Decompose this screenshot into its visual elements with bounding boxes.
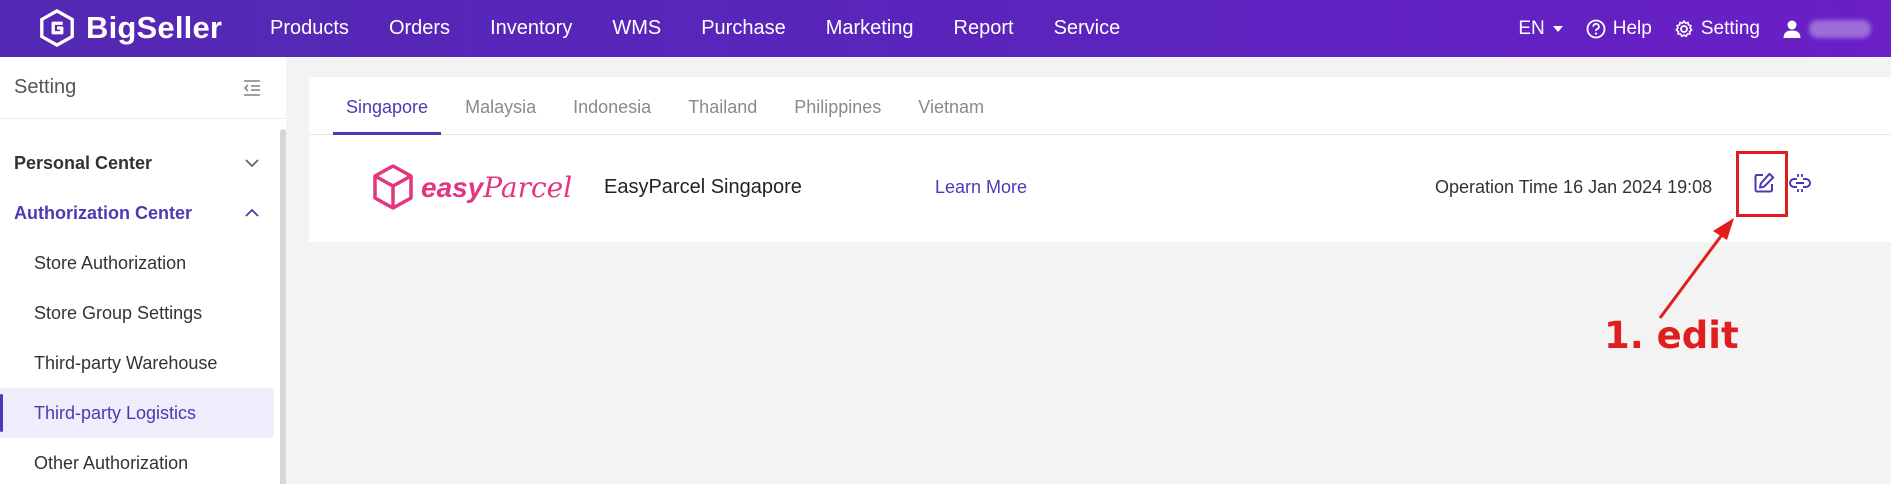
nav-item-purchase[interactable]: Purchase: [701, 17, 786, 40]
user-menu[interactable]: [1782, 19, 1871, 39]
logistics-panel: Singapore Malaysia Indonesia Thailand Ph…: [309, 77, 1891, 242]
nav-item-wms[interactable]: WMS: [612, 17, 661, 40]
tab-singapore[interactable]: Singapore: [333, 97, 442, 135]
caret-down-icon: [1552, 25, 1563, 32]
easyparcel-logo: easyParcel: [371, 163, 572, 211]
tab-philippines[interactable]: Philippines: [781, 97, 894, 134]
sidebar-header: Setting: [0, 57, 286, 119]
nav-item-inventory[interactable]: Inventory: [490, 17, 572, 40]
top-navigation-bar: BigSeller Products Orders Inventory WMS …: [0, 0, 1891, 57]
help-circle-icon: [1586, 19, 1606, 38]
app-name: BigSeller: [86, 10, 223, 45]
setting-link[interactable]: Setting: [1674, 18, 1760, 40]
help-label: Help: [1612, 17, 1652, 39]
nav-item-service[interactable]: Service: [1054, 17, 1121, 40]
chevron-down-icon: [245, 159, 259, 168]
top-right-actions: EN Help Setting: [1518, 0, 1871, 57]
main-nav: Products Orders Inventory WMS Purchase M…: [270, 0, 1160, 57]
operation-time: Operation Time 16 Jan 2024 19:08: [1435, 177, 1713, 197]
easyparcel-box-icon: [373, 164, 413, 210]
tab-vietnam[interactable]: Vietnam: [905, 97, 997, 134]
sidebar-item-other-authorization[interactable]: Other Authorization: [0, 438, 286, 484]
sidebar-scrollbar[interactable]: [280, 129, 286, 484]
sidebar-item-third-party-warehouse[interactable]: Third-party Warehouse: [0, 338, 286, 388]
sidebar-title: Setting: [14, 76, 77, 98]
sidebar-group-label: Authorization Center: [14, 202, 192, 223]
tab-thailand[interactable]: Thailand: [675, 97, 770, 134]
unlink-icon: [1789, 174, 1811, 192]
chevron-up-icon: [245, 208, 259, 217]
bigseller-logo[interactable]: BigSeller: [38, 8, 222, 48]
logistics-row: easyParcel EasyParcel Singapore Learn Mo…: [309, 135, 1891, 241]
nav-item-report[interactable]: Report: [954, 17, 1014, 40]
language-selector[interactable]: EN: [1518, 18, 1563, 40]
collapse-menu-icon[interactable]: [242, 79, 262, 97]
setting-label: Setting: [1700, 17, 1760, 39]
sidebar-item-store-authorization[interactable]: Store Authorization: [0, 238, 286, 288]
tab-malaysia[interactable]: Malaysia: [452, 97, 549, 134]
tab-indonesia[interactable]: Indonesia: [560, 97, 664, 134]
sidebar-group-label: Personal Center: [14, 152, 153, 173]
sidebar-item-third-party-logistics[interactable]: Third-party Logistics: [0, 388, 274, 438]
user-icon: [1783, 20, 1801, 38]
nav-item-orders[interactable]: Orders: [389, 17, 450, 40]
settings-sidebar: Setting Personal Center Authorization Ce…: [0, 57, 286, 484]
gear-icon: [1675, 19, 1693, 37]
bigseller-logo-icon: [40, 9, 74, 47]
annotation-label: 1. edit: [1604, 314, 1739, 357]
learn-more-link[interactable]: Learn More: [935, 177, 1027, 198]
easyparcel-logo-text: easyParcel: [421, 170, 573, 204]
help-link[interactable]: Help: [1586, 18, 1652, 40]
nav-item-products[interactable]: Products: [270, 17, 349, 40]
carrier-name: EasyParcel Singapore: [604, 176, 802, 198]
sidebar-item-store-group-settings[interactable]: Store Group Settings: [0, 288, 286, 338]
nav-item-marketing[interactable]: Marketing: [826, 17, 914, 40]
country-tabs: Singapore Malaysia Indonesia Thailand Ph…: [309, 77, 1891, 135]
sidebar-group-personal-center[interactable]: Personal Center: [0, 138, 286, 188]
sidebar-group-authorization-center[interactable]: Authorization Center: [0, 188, 286, 238]
edit-icon: [1754, 172, 1775, 193]
language-label: EN: [1518, 17, 1545, 39]
unlink-button[interactable]: [1785, 168, 1815, 198]
edit-button[interactable]: [1749, 168, 1779, 198]
user-name-redacted: [1809, 19, 1871, 38]
